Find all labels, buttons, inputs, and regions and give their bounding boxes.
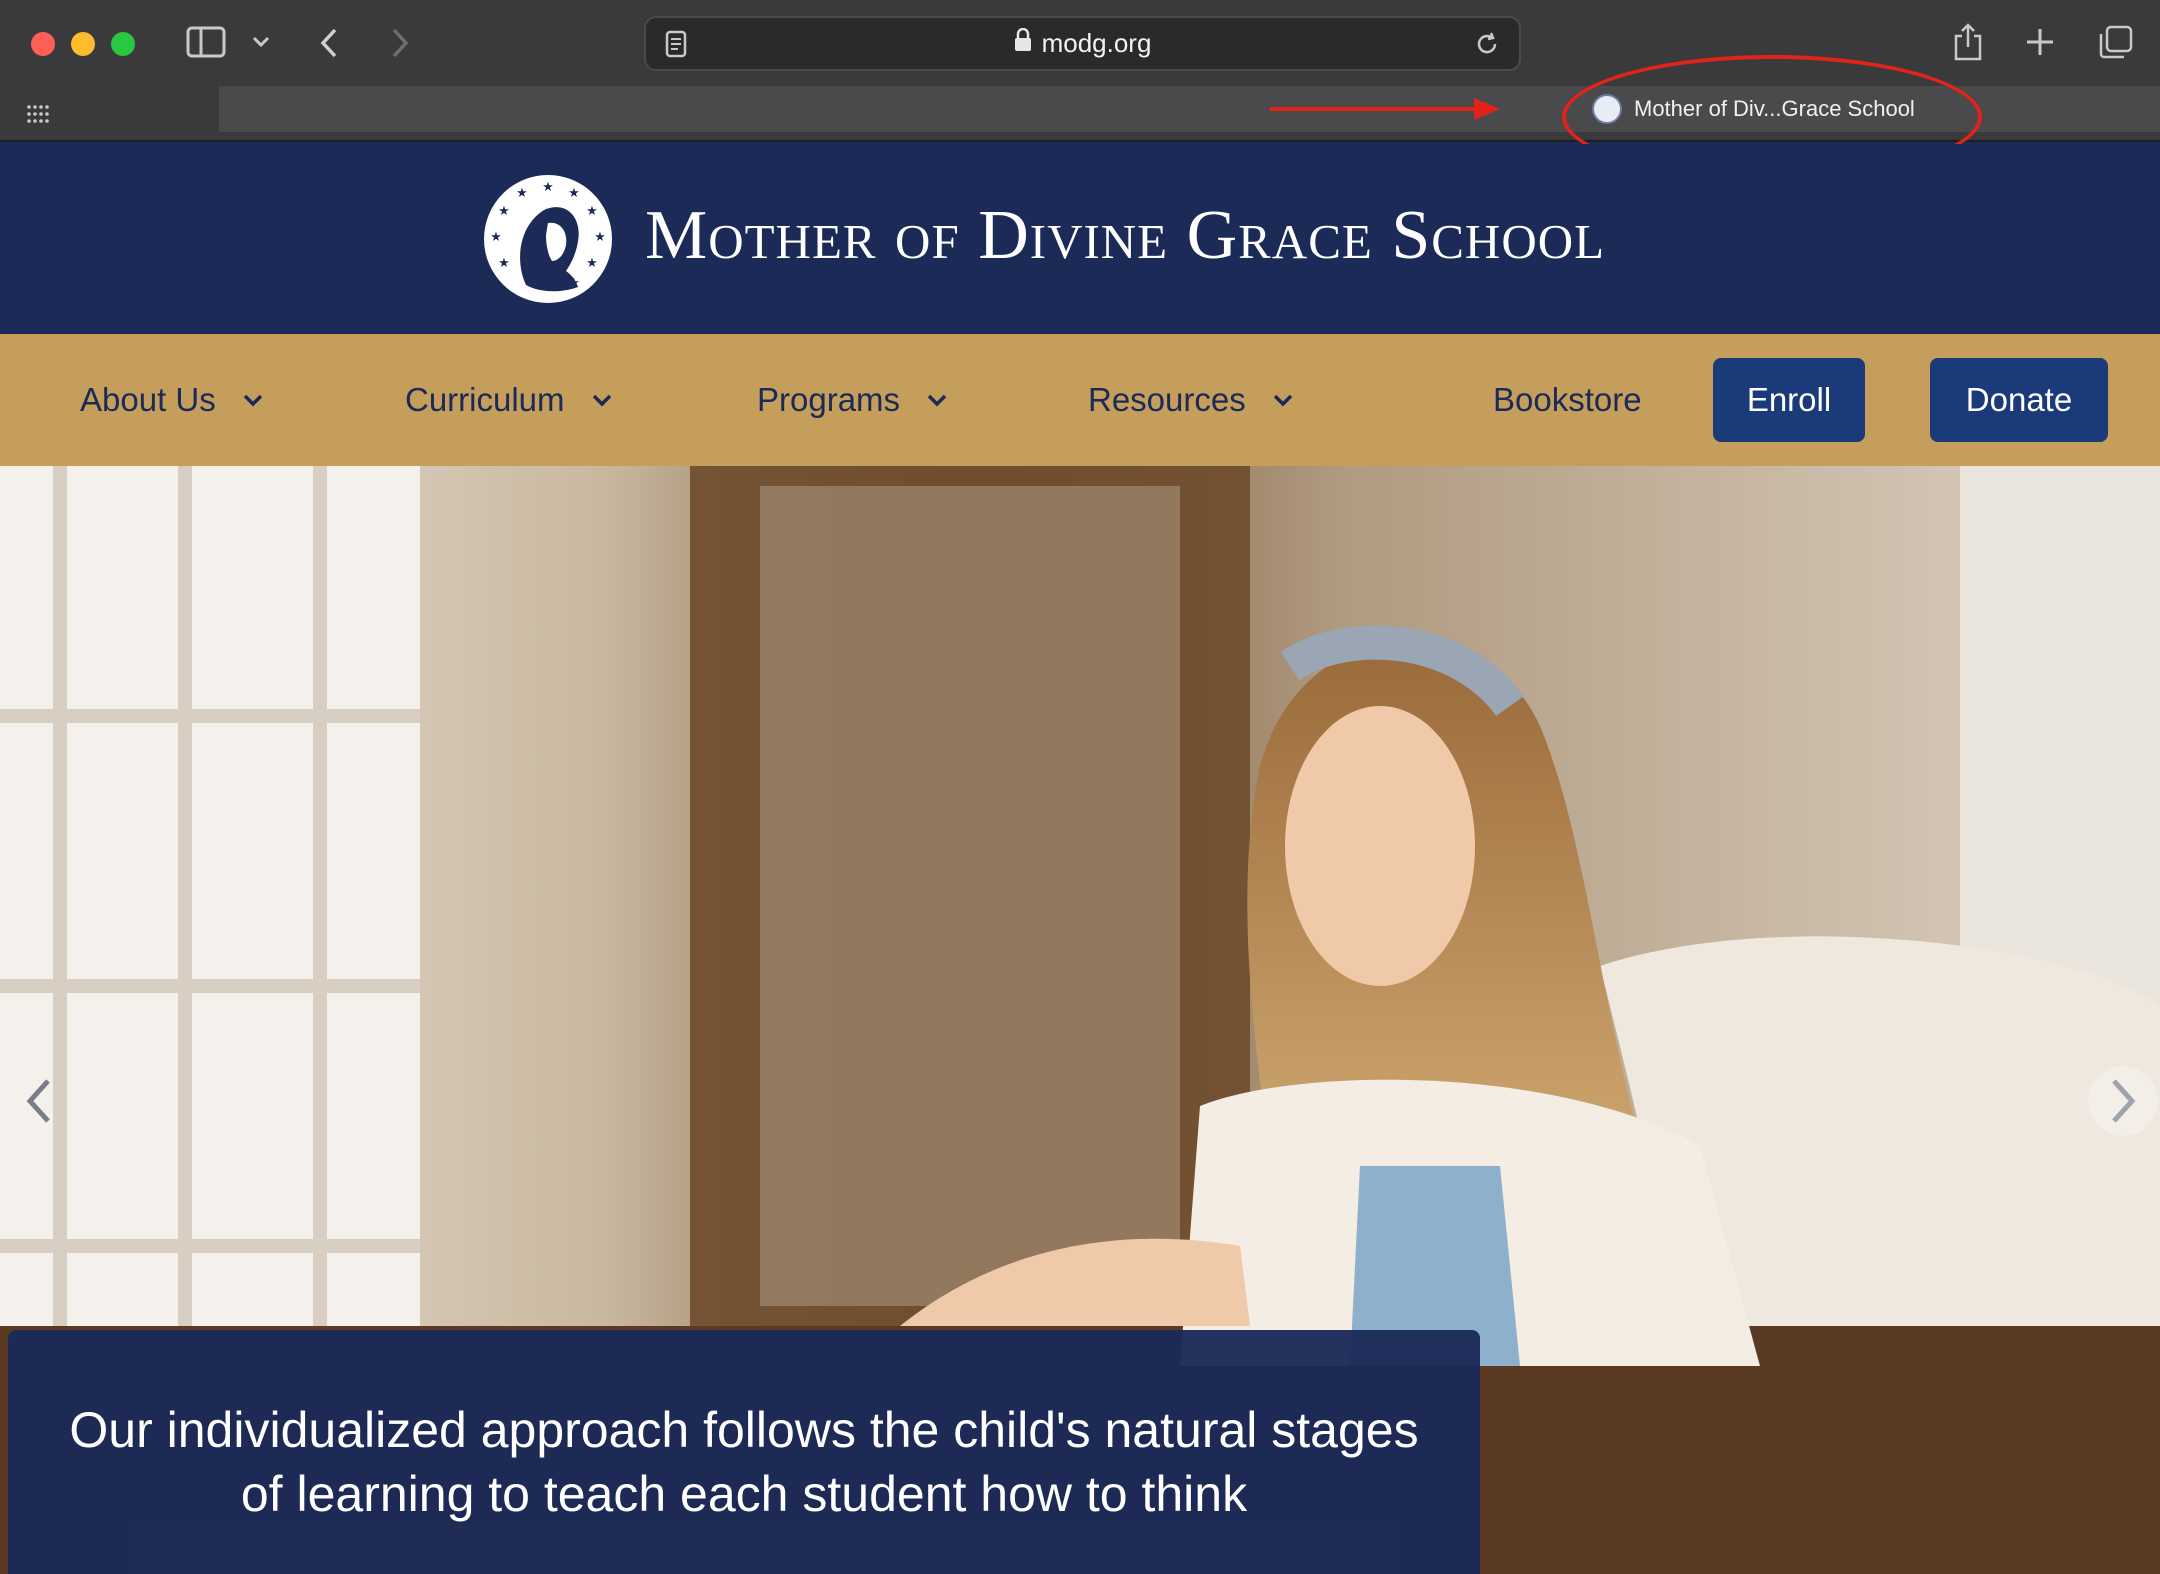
chevron-down-icon[interactable]: [248, 28, 274, 56]
annotation-arrow-icon: [1270, 98, 1500, 120]
nav-item-about-us[interactable]: About Us: [80, 334, 264, 466]
nav-item-programs[interactable]: Programs: [757, 334, 948, 466]
hero-caption-text: Our individualized approach follows the …: [69, 1402, 1419, 1522]
svg-text:★: ★: [498, 204, 510, 219]
share-icon[interactable]: [1950, 20, 1986, 64]
nav-item-label: About Us: [80, 381, 216, 418]
svg-text:★: ★: [568, 186, 580, 201]
nav-item-label: Bookstore: [1493, 381, 1642, 418]
zoom-window-button[interactable]: [111, 32, 135, 56]
svg-text:★: ★: [542, 180, 554, 195]
chevron-down-icon: [592, 394, 611, 407]
close-window-button[interactable]: [31, 32, 55, 56]
chevron-right-icon: [2112, 1079, 2136, 1123]
enroll-button[interactable]: Enroll: [1713, 358, 1865, 442]
url-display: modg.org: [646, 18, 1519, 69]
url-text: modg.org: [1041, 28, 1152, 58]
svg-text:★: ★: [586, 204, 598, 219]
carousel-next-button[interactable]: [2088, 1066, 2158, 1136]
forward-icon[interactable]: [385, 22, 415, 64]
nav-item-bookstore[interactable]: Bookstore: [1493, 334, 1642, 466]
site-title[interactable]: Mother of Divine Grace School: [645, 196, 1605, 276]
nav-item-curriculum[interactable]: Curriculum: [405, 334, 613, 466]
reload-icon[interactable]: [1471, 28, 1503, 60]
nav-item-resources[interactable]: Resources: [1088, 334, 1294, 466]
lock-icon: [1014, 27, 1032, 59]
svg-text:★: ★: [586, 256, 598, 271]
tab-overview-icon[interactable]: [2096, 22, 2136, 62]
back-icon[interactable]: [314, 22, 344, 64]
school-seal-logo[interactable]: ★★★★★★ ★★★★: [484, 175, 612, 303]
chevron-down-icon: [243, 394, 262, 407]
svg-text:★: ★: [490, 230, 502, 245]
tab-grid-icon[interactable]: [24, 100, 52, 128]
svg-text:★: ★: [516, 186, 528, 201]
svg-text:★: ★: [498, 256, 510, 271]
carousel-prev-button[interactable]: [4, 1066, 74, 1136]
nav-item-label: Resources: [1088, 381, 1246, 418]
nav-item-label: Programs: [757, 381, 901, 418]
chevron-left-icon: [26, 1079, 50, 1123]
sidebar-toggle-icon[interactable]: [185, 24, 227, 60]
svg-text:★: ★: [594, 230, 606, 245]
hero-caption-panel: Our individualized approach follows the …: [8, 1330, 1480, 1574]
new-tab-icon[interactable]: [2022, 24, 2058, 60]
minimize-window-button[interactable]: [71, 32, 95, 56]
address-bar[interactable]: modg.org: [644, 16, 1521, 71]
browser-toolbar: modg.org Mother of Div...Grace School: [0, 0, 2160, 179]
nav-item-label: Curriculum: [405, 381, 565, 418]
donate-button[interactable]: Donate: [1930, 358, 2108, 442]
chevron-down-icon: [927, 394, 947, 407]
chevron-down-icon: [1273, 394, 1292, 407]
